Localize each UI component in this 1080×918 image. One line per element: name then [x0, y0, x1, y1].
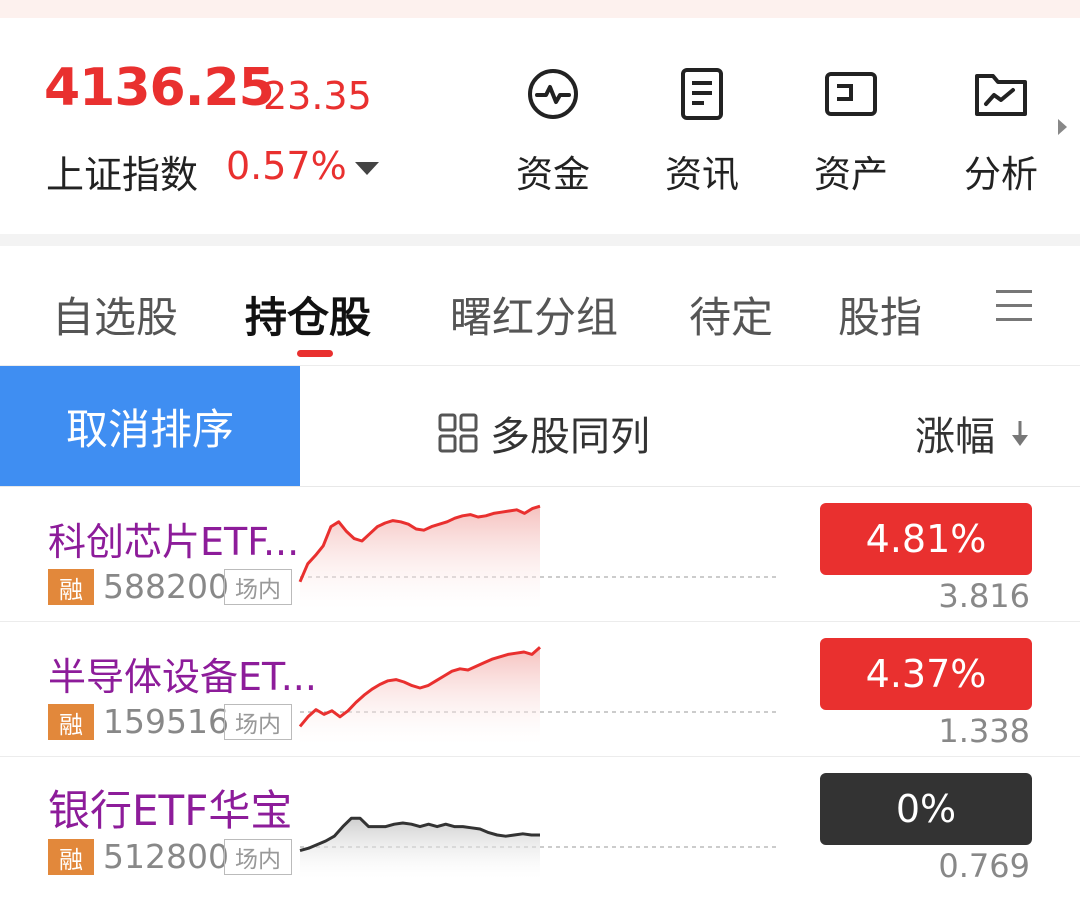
section-divider [0, 234, 1080, 246]
intraday-sparkline [298, 504, 776, 609]
cancel-sort-button[interactable]: 取消排序 [0, 366, 300, 486]
top-notification-strip [0, 0, 1080, 18]
margin-tag: 融 [48, 569, 94, 605]
quick-link-label: 资产 [814, 153, 888, 196]
margin-tag: 融 [48, 839, 94, 875]
market-tag: 场内 [224, 704, 292, 740]
sparkline-area [300, 647, 540, 744]
stock-price: 1.338 [938, 712, 1030, 750]
quick-link-analysis[interactable]: 分析 [946, 66, 1056, 198]
index-change: 23.35 [263, 74, 372, 118]
stock-code: 159516 [103, 702, 229, 741]
quick-link-funds[interactable]: 资金 [498, 66, 608, 198]
stock-name: 半导体设备ET... [48, 655, 317, 699]
sort-by-change-button[interactable]: 涨幅 [915, 404, 1031, 462]
stock-name: 银行ETF华宝 [48, 786, 293, 835]
stock-row[interactable]: 半导体设备ET... 融 159516 场内 4.37% 1.338 [0, 622, 1080, 757]
sort-descending-arrow-icon [1012, 421, 1028, 446]
multi-column-label: 多股同列 [490, 414, 650, 460]
quick-link-assets[interactable]: 资产 [796, 66, 906, 198]
menu-icon[interactable] [996, 290, 1032, 324]
more-arrow-icon[interactable] [1058, 119, 1067, 135]
tab-watchlist[interactable]: 自选股 [52, 284, 178, 345]
stock-price: 0.769 [938, 847, 1030, 885]
stock-row[interactable]: 银行ETF华宝 融 512800 场内 0% 0.769 [0, 757, 1080, 892]
intraday-sparkline [299, 816, 776, 879]
news-document-icon [681, 68, 723, 120]
quick-link-label: 资金 [516, 153, 590, 196]
analysis-folder-icon [975, 74, 1027, 116]
tab-holdings[interactable]: 持仓股 [245, 284, 371, 345]
intraday-sparkline [298, 646, 776, 744]
sort-column-label: 涨幅 [915, 414, 995, 460]
quick-link-label: 分析 [964, 153, 1038, 196]
margin-tag: 融 [48, 704, 94, 740]
pulse-chart-icon [528, 69, 578, 119]
index-price: 4136.25 [44, 58, 275, 118]
stock-code: 588200 [103, 567, 229, 606]
market-tag: 场内 [224, 839, 292, 875]
stock-name: 科创芯片ETF... [48, 520, 300, 564]
index-change-pct[interactable]: 0.57% [226, 144, 347, 188]
index-switch-caret-icon[interactable] [355, 162, 379, 175]
stock-code: 512800 [103, 837, 229, 876]
tab-index-futures[interactable]: 股指 [838, 284, 922, 345]
change-pct-badge: 4.81% [820, 503, 1032, 575]
change-pct-badge: 0% [820, 773, 1032, 845]
grid-icon [438, 413, 478, 453]
quick-link-label: 资讯 [665, 153, 739, 196]
multi-column-button[interactable]: 多股同列 [438, 404, 650, 462]
change-pct-badge: 4.37% [820, 638, 1032, 710]
tab-custom-group[interactable]: 曙红分组 [450, 284, 618, 345]
stock-price: 3.816 [938, 577, 1030, 615]
active-tab-indicator [297, 350, 333, 357]
sparkline-area [300, 506, 540, 609]
wallet-icon [825, 72, 877, 116]
market-tag: 场内 [224, 569, 292, 605]
quick-link-news[interactable]: 资讯 [647, 66, 757, 198]
index-name[interactable]: 上证指数 [46, 144, 198, 199]
stock-row[interactable]: 科创芯片ETF... 融 588200 场内 4.81% 3.816 [0, 487, 1080, 622]
tab-pending[interactable]: 待定 [689, 284, 773, 345]
